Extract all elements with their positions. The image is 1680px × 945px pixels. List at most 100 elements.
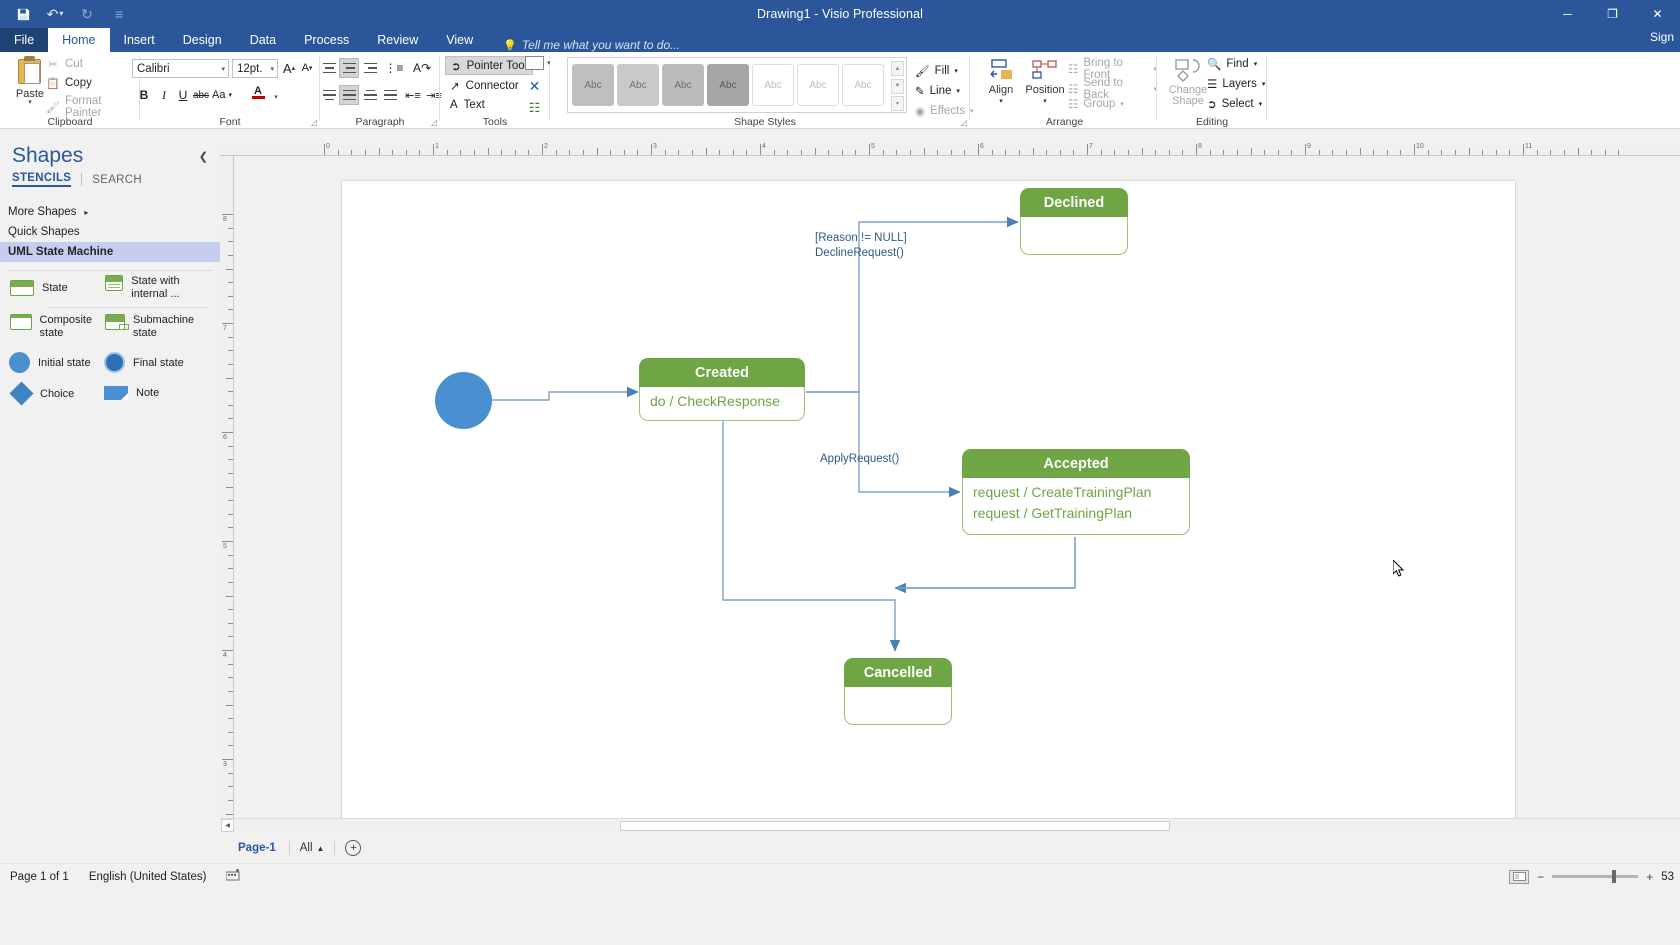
pane-row-more-shapes[interactable]: More Shapes ▸ <box>0 202 220 222</box>
stencil-note[interactable]: Note <box>104 386 204 400</box>
stencil-submachine-state[interactable]: Submachine state <box>105 314 205 340</box>
tab-stencils[interactable]: STENCILS <box>12 172 72 187</box>
gallery-scroll-up-icon[interactable]: ▲ <box>891 61 904 76</box>
select-button[interactable]: ➲ Select ▾ <box>1207 97 1262 111</box>
zoom-in-button[interactable]: + <box>1646 870 1653 884</box>
tab-review[interactable]: Review <box>363 28 432 52</box>
tab-home[interactable]: Home <box>48 28 110 52</box>
page-tab-page-1[interactable]: Page-1 <box>225 842 289 854</box>
align-left-button[interactable] <box>319 58 339 78</box>
gallery-scrollbar[interactable]: ▲ ▼ ▾ <box>891 61 904 111</box>
state-node-created[interactable]: Created do / CheckResponse <box>639 358 805 421</box>
all-pages-button[interactable]: All ▲ <box>290 842 335 854</box>
font-size-combo[interactable]: 12pt. ▾ <box>232 59 278 78</box>
scroll-left-icon[interactable]: ◀ <box>221 819 234 832</box>
strikethrough-button[interactable]: abc <box>191 85 211 105</box>
delete-icon[interactable]: ✕ <box>525 78 544 95</box>
align-middle-button[interactable] <box>339 85 359 105</box>
tab-search[interactable]: SEARCH <box>92 174 142 186</box>
tab-insert[interactable]: Insert <box>110 28 169 52</box>
shrink-font-button[interactable]: A ▾ <box>297 58 317 78</box>
shape-style-cell[interactable]: Abc <box>707 64 749 106</box>
shape-style-cell[interactable]: Abc <box>797 64 839 106</box>
stencil-state[interactable]: State <box>10 280 110 296</box>
grow-font-button[interactable]: A ▴ <box>279 58 299 78</box>
zoom-slider-knob[interactable] <box>1612 870 1617 883</box>
shape-style-cell[interactable]: Abc <box>662 64 704 106</box>
zoom-slider[interactable] <box>1552 870 1639 883</box>
sign-in-label[interactable]: Sign <box>1650 30 1674 44</box>
bullets-button[interactable]: ⋮≡ <box>384 58 404 78</box>
align-right-button[interactable] <box>360 58 380 78</box>
gallery-more-icon[interactable]: ▾ <box>891 96 904 111</box>
zoom-level-label[interactable]: 53 <box>1661 871 1674 883</box>
shape-style-cell[interactable]: Abc <box>752 64 794 106</box>
drawing-canvas[interactable]: Created do / CheckResponse Declined Acce… <box>234 156 1680 818</box>
state-node-declined[interactable]: Declined <box>1020 188 1128 255</box>
text-tool-button[interactable]: A Text <box>445 95 490 114</box>
state-node-cancelled[interactable]: Cancelled <box>844 658 952 725</box>
add-page-button[interactable]: + <box>345 840 362 856</box>
align-top-button[interactable] <box>319 85 339 105</box>
shape-styles-gallery[interactable]: Abc Abc Abc Abc Abc Abc Abc ▲ ▼ ▾ <box>567 57 907 113</box>
shape-styles-dialog-launcher[interactable]: ◿ <box>961 118 967 127</box>
reposition-icon[interactable]: ☷ <box>525 100 544 116</box>
align-center-button[interactable] <box>339 58 359 78</box>
align-button[interactable]: Align ▾ <box>978 58 1024 107</box>
initial-state-node[interactable] <box>435 372 492 429</box>
horizontal-scrollbar[interactable]: ◀ <box>220 818 1680 832</box>
paragraph-dialog-launcher[interactable]: ◿ <box>431 118 437 127</box>
shape-style-cell[interactable]: Abc <box>617 64 659 106</box>
tab-design[interactable]: Design <box>169 28 236 52</box>
zoom-out-button[interactable]: − <box>1537 870 1544 884</box>
justify-button[interactable] <box>380 85 400 105</box>
font-family-combo[interactable]: Calibri ▾ <box>132 59 229 78</box>
decrease-indent-button[interactable]: ⇤≡ <box>403 85 423 105</box>
find-button[interactable]: 🔍 Find ▾ <box>1207 57 1257 71</box>
collapse-pane-icon[interactable]: ❮ <box>199 150 208 163</box>
font-dialog-launcher[interactable]: ◿ <box>311 118 317 127</box>
paste-dropdown-caret-icon[interactable]: ▾ <box>28 99 32 106</box>
fill-button[interactable]: 🖌 Fill ▾ <box>915 64 958 78</box>
group-button[interactable]: ☷ Group ▾ <box>1068 97 1124 111</box>
stencil-final-state[interactable]: Final state <box>104 352 204 373</box>
shape-style-cell[interactable]: Abc <box>572 64 614 106</box>
drawing-page[interactable]: Created do / CheckResponse Declined Acce… <box>342 181 1515 818</box>
tab-process[interactable]: Process <box>290 28 363 52</box>
font-color-caret-icon[interactable]: ▾ <box>266 87 286 107</box>
font-color-button[interactable]: A <box>248 82 268 102</box>
connector-tool-button[interactable]: ↗ Connector <box>445 76 524 95</box>
tab-file[interactable]: File <box>0 28 49 52</box>
close-button[interactable]: ✕ <box>1635 0 1680 28</box>
fit-page-button[interactable] <box>1509 869 1530 884</box>
line-button[interactable]: ✎ Line ▾ <box>915 84 960 98</box>
stencil-initial-state[interactable]: Initial state <box>9 352 109 373</box>
pane-row-uml-state-machine[interactable]: UML State Machine <box>0 242 220 262</box>
cut-button[interactable]: ✂ Cut <box>46 57 83 71</box>
tab-view[interactable]: View <box>432 28 487 52</box>
restore-button[interactable]: ❐ <box>1590 0 1635 28</box>
gallery-scroll-down-icon[interactable]: ▼ <box>891 78 904 94</box>
tell-me-box[interactable]: 💡 Tell me what you want to do... <box>487 38 680 52</box>
tab-data[interactable]: Data <box>236 28 290 52</box>
horizontal-scroll-thumb[interactable] <box>620 821 1170 831</box>
layers-button[interactable]: ☰ Layers ▾ <box>1207 77 1265 91</box>
shape-style-cell[interactable]: Abc <box>842 64 884 106</box>
underline-button[interactable]: U <box>173 85 193 105</box>
change-case-button[interactable]: Aa ▾ <box>212 85 232 105</box>
minimize-button[interactable]: ─ <box>1545 0 1590 28</box>
pointer-tool-button[interactable]: ➲ Pointer Tool <box>445 56 534 75</box>
pointer-shape-swatch[interactable]: ▾ <box>525 56 551 70</box>
state-node-accepted[interactable]: Accepted request / CreateTrainingPlan re… <box>962 449 1190 535</box>
bold-button[interactable]: B <box>134 85 154 105</box>
text-direction-button[interactable]: A↷ <box>412 58 432 78</box>
italic-button[interactable]: I <box>154 85 174 105</box>
macro-record-icon[interactable] <box>216 869 250 884</box>
stencil-choice[interactable]: Choice <box>9 381 111 406</box>
copy-button[interactable]: 📋 Copy <box>46 76 92 90</box>
stencil-state-with-internal[interactable]: State with internal ... <box>105 275 205 301</box>
pane-row-quick-shapes[interactable]: Quick Shapes <box>0 222 220 242</box>
stencil-composite-state[interactable]: Composite state <box>10 314 110 340</box>
position-button[interactable]: Position ▾ <box>1022 58 1068 107</box>
align-bottom-button[interactable] <box>360 85 380 105</box>
